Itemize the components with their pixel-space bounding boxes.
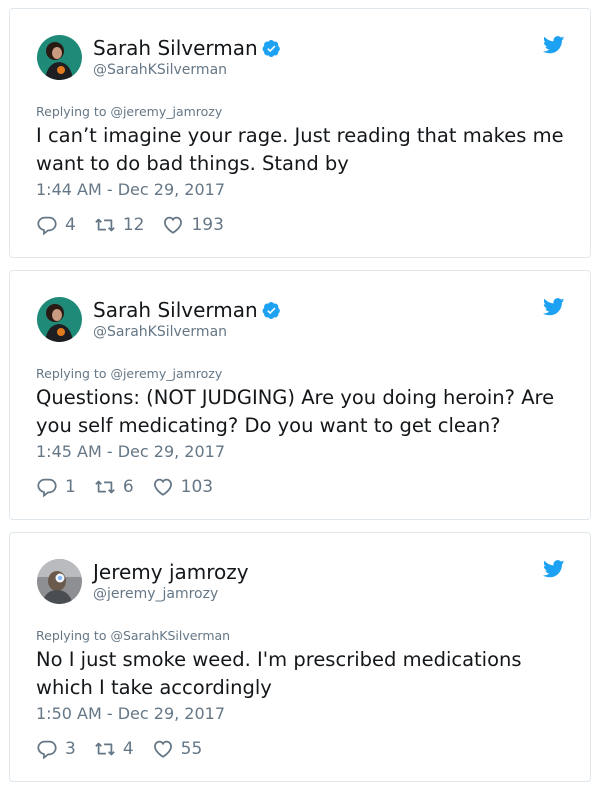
like-button[interactable]: 55 (152, 738, 203, 760)
user-handle[interactable]: @jeremy_jamrozy (93, 585, 218, 603)
reply-count: 4 (65, 215, 76, 235)
timestamp[interactable]: 1:45 AM - Dec 29, 2017 (36, 442, 225, 462)
tweet-card[interactable]: Jeremy jamrozy @jeremy_jamrozy Replying … (9, 532, 591, 782)
tweet-text: I can’t imagine your rage. Just reading … (36, 124, 564, 175)
like-count: 55 (180, 739, 203, 759)
timestamp[interactable]: 1:50 AM - Dec 29, 2017 (36, 704, 225, 724)
like-count: 103 (180, 477, 214, 497)
display-name[interactable]: Sarah Silverman (93, 36, 281, 60)
retweet-button[interactable]: 4 (94, 738, 134, 760)
display-name[interactable]: Jeremy jamrozy (93, 560, 249, 584)
reply-count: 3 (65, 739, 76, 759)
reply-count: 1 (65, 477, 76, 497)
tweet-card[interactable]: Sarah Silverman @SarahKSilverman Replyin… (9, 270, 591, 520)
tweet-actions: 1 6 103 (36, 475, 231, 499)
tweet-card[interactable]: Sarah Silverman @SarahKSilverman Replyin… (9, 8, 591, 258)
reply-button[interactable]: 3 (36, 738, 76, 760)
replying-to: Replying to @SarahKSilverman (36, 628, 231, 643)
retweet-count: 6 (122, 477, 134, 497)
twitter-bird-icon[interactable] (543, 36, 565, 54)
retweet-count: 4 (122, 739, 134, 759)
like-count: 193 (191, 215, 224, 235)
twitter-bird-icon[interactable] (543, 560, 565, 578)
retweet-icon (95, 480, 115, 494)
reply-icon (37, 216, 57, 236)
timestamp[interactable]: 1:44 AM - Dec 29, 2017 (36, 180, 225, 200)
reply-icon (37, 740, 57, 760)
reply-button[interactable]: 1 (36, 476, 76, 498)
avatar[interactable] (37, 559, 82, 604)
tweet-actions: 4 12 193 (36, 213, 242, 237)
retweet-button[interactable]: 6 (94, 476, 134, 498)
retweet-icon (95, 218, 115, 232)
avatar[interactable] (37, 297, 82, 342)
tweet-text: No I just smoke weed. I'm prescribed med… (36, 648, 522, 699)
reply-button[interactable]: 4 (36, 214, 76, 236)
tweet-thread: Sarah Silverman @SarahKSilverman Replyin… (0, 0, 600, 790)
verified-badge-icon (262, 301, 280, 319)
display-name[interactable]: Sarah Silverman (93, 298, 281, 322)
retweet-button[interactable]: 12 (94, 214, 145, 236)
retweet-icon (95, 742, 115, 756)
avatar[interactable] (37, 35, 82, 80)
replying-to: Replying to @jeremy_jamrozy (36, 104, 223, 119)
tweet-text: Questions: (NOT JUDGING) Are you doing h… (36, 386, 555, 437)
twitter-bird-icon[interactable] (543, 298, 565, 316)
like-button[interactable]: 193 (162, 214, 224, 236)
retweet-count: 12 (122, 215, 145, 235)
heart-icon (153, 478, 172, 496)
verified-badge-icon (262, 39, 280, 57)
like-button[interactable]: 103 (152, 476, 213, 498)
user-handle[interactable]: @SarahKSilverman (93, 323, 227, 341)
tweet-actions: 3 4 55 (36, 737, 220, 761)
reply-icon (37, 478, 57, 498)
user-handle[interactable]: @SarahKSilverman (93, 61, 227, 79)
replying-to: Replying to @jeremy_jamrozy (36, 366, 223, 381)
heart-icon (164, 216, 183, 234)
heart-icon (153, 740, 172, 758)
